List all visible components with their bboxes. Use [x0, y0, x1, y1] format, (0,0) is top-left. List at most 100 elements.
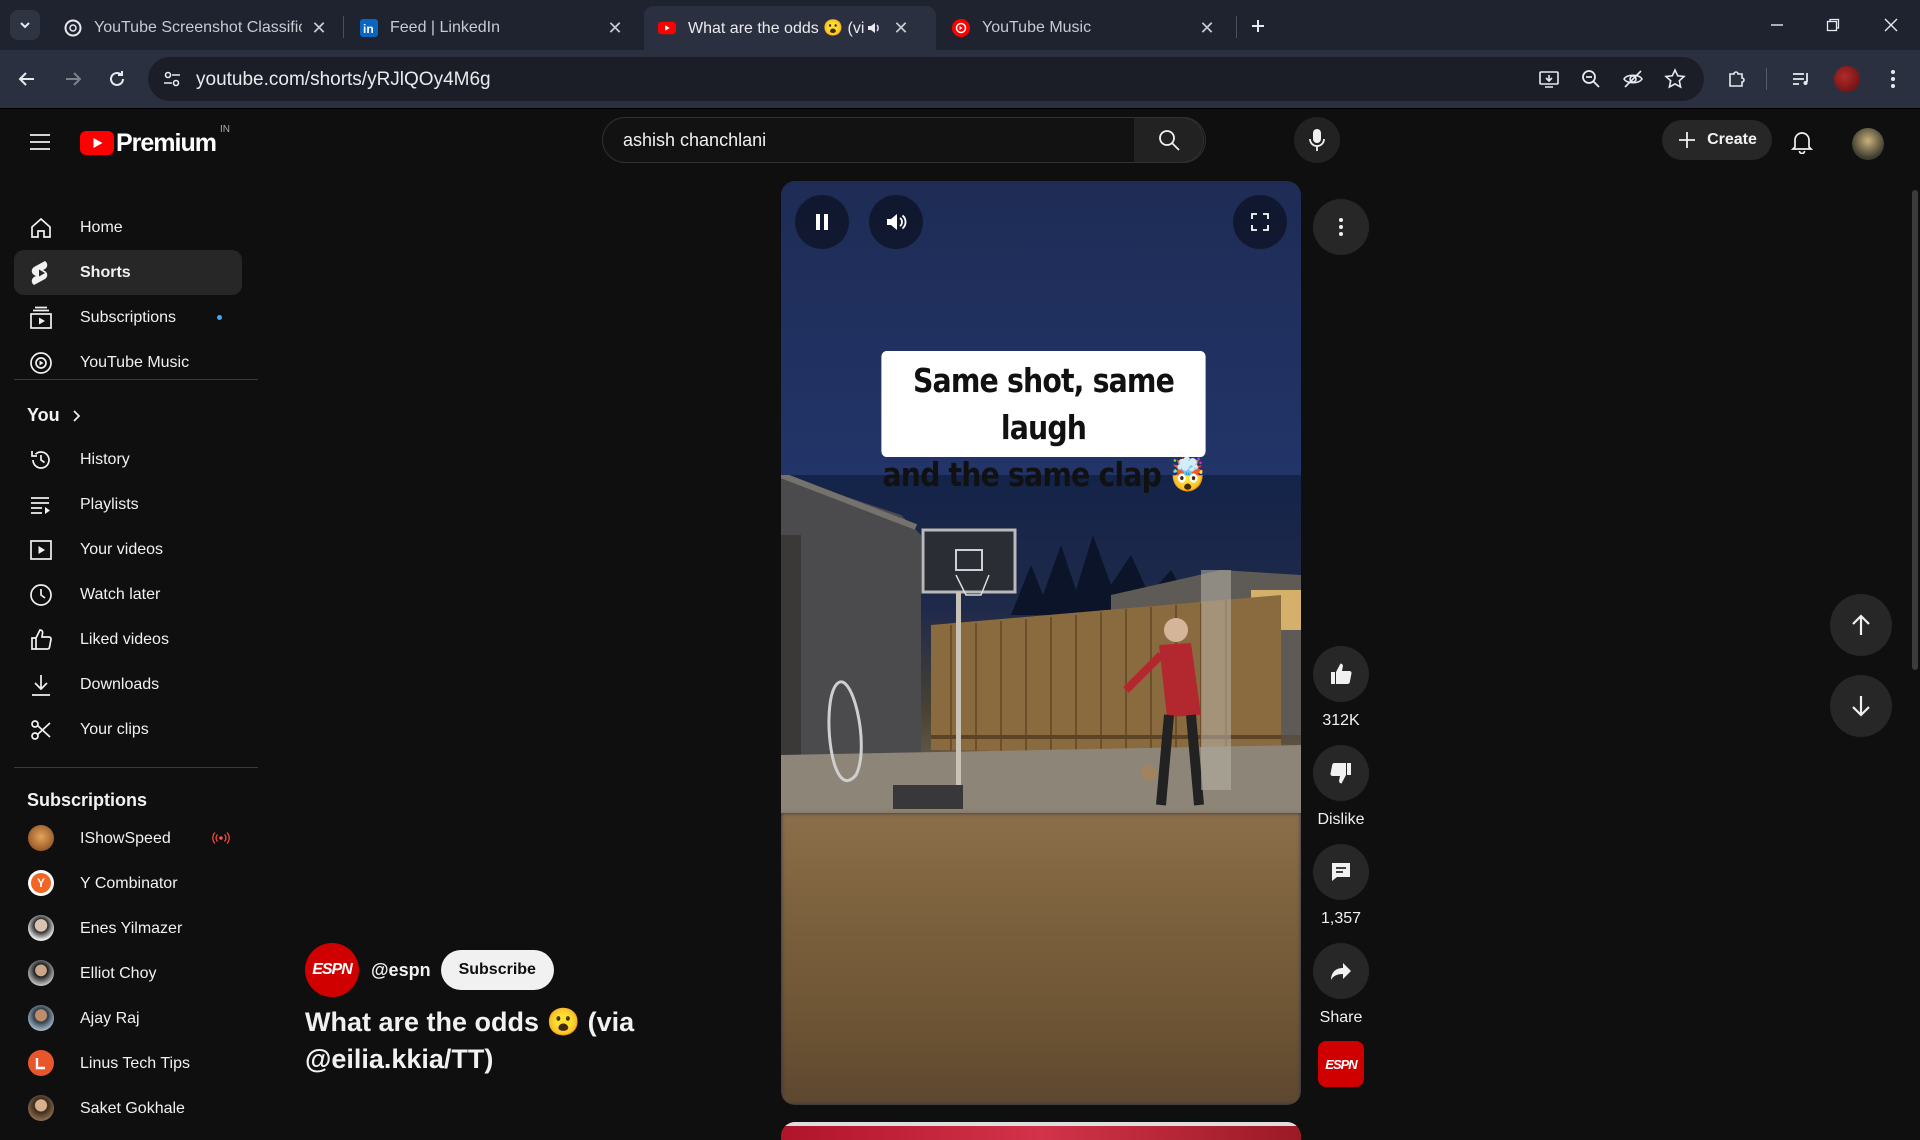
sidebar-item-label: Downloads — [80, 675, 160, 693]
fullscreen-icon — [1251, 213, 1269, 231]
shorts-video-player[interactable]: Same shot, same laugh and the same clap … — [781, 181, 1301, 1105]
previous-short-button[interactable] — [1830, 594, 1892, 656]
back-button[interactable] — [12, 64, 42, 94]
voice-search-button[interactable] — [1294, 117, 1340, 163]
fullscreen-button[interactable] — [1233, 195, 1287, 249]
close-tab-icon[interactable]: ✕ — [308, 17, 330, 39]
zoom-icon[interactable] — [1580, 68, 1602, 90]
linkedin-icon: in — [360, 19, 378, 37]
create-button[interactable]: Create — [1662, 120, 1772, 160]
more-options-button[interactable] — [1313, 199, 1369, 255]
restore-button[interactable] — [1818, 12, 1848, 38]
video-blurred-background — [781, 813, 1301, 1105]
close-tab-icon[interactable]: ✕ — [890, 17, 912, 39]
subscribe-button[interactable]: Subscribe — [440, 950, 554, 990]
subscription-saket-gokhale[interactable]: Saket Gokhale — [14, 1086, 242, 1131]
sidebar-item-history[interactable]: History — [14, 437, 242, 482]
sidebar-item-label: YouTube Music — [80, 353, 190, 371]
like-button[interactable] — [1313, 646, 1369, 702]
subscription-enes-yilmazer[interactable]: Enes Yilmazer — [14, 906, 242, 951]
tab-linkedin[interactable]: in Feed | LinkedIn ✕ — [346, 6, 636, 50]
you-section-header[interactable]: You — [27, 405, 82, 426]
media-controls-button[interactable] — [1786, 64, 1816, 94]
sidebar-item-label: Your videos — [80, 540, 164, 558]
site-info-icon[interactable] — [162, 69, 182, 89]
close-tab-icon[interactable]: ✕ — [604, 17, 626, 39]
search-input[interactable] — [621, 118, 1161, 162]
play-pause-button[interactable] — [795, 195, 849, 249]
dislike-button[interactable] — [1313, 745, 1369, 801]
url-text[interactable]: youtube.com/shorts/yRJlQOy4M6g — [196, 69, 491, 91]
share-button[interactable] — [1313, 943, 1369, 999]
comments-button[interactable] — [1313, 844, 1369, 900]
profile-avatar[interactable] — [1834, 66, 1860, 92]
install-app-icon[interactable] — [1538, 68, 1560, 90]
comments-action: 1,357 — [1313, 844, 1369, 928]
forward-button[interactable] — [58, 64, 88, 94]
more-vert-icon — [1891, 70, 1895, 88]
clips-icon — [28, 717, 54, 743]
close-window-button[interactable] — [1876, 12, 1906, 38]
tab-search-button[interactable] — [10, 10, 40, 40]
espn-logo: ESPN — [312, 961, 353, 978]
like-count: 312K — [1322, 712, 1360, 729]
close-tab-icon[interactable]: ✕ — [1196, 17, 1218, 39]
new-tab-button[interactable] — [1244, 12, 1272, 40]
sidebar-item-playlists[interactable]: Playlists — [14, 482, 242, 527]
share-action: Share — [1313, 943, 1369, 1027]
sidebar-item-your-clips[interactable]: Your clips — [14, 707, 242, 752]
extensions-button[interactable] — [1722, 64, 1752, 94]
channel-avatar[interactable]: ESPN — [305, 943, 359, 997]
close-icon — [1884, 18, 1898, 32]
sidebar-item-shorts[interactable]: Shorts — [14, 250, 242, 295]
tracking-protection-icon[interactable] — [1622, 68, 1644, 90]
sidebar-item-label: Linus Tech Tips — [80, 1054, 190, 1072]
volume-button[interactable] — [869, 195, 923, 249]
tab-youtube-music[interactable]: YouTube Music ✕ — [938, 6, 1228, 50]
tab-chatgpt[interactable]: YouTube Screenshot Classificati ✕ — [50, 6, 340, 50]
account-avatar[interactable] — [1852, 128, 1884, 160]
address-bar[interactable]: youtube.com/shorts/yRJlQOy4M6g — [148, 57, 1704, 101]
subscription-y-combinator[interactable]: Y Y Combinator — [14, 861, 242, 906]
sidebar-item-label: History — [80, 450, 130, 468]
sidebar-item-your-videos[interactable]: Your videos — [14, 527, 242, 572]
sidebar-item-liked-videos[interactable]: Liked videos — [14, 617, 242, 662]
arrow-up-icon — [1852, 614, 1870, 635]
bookmark-star-icon[interactable] — [1664, 68, 1686, 90]
next-short-preview[interactable] — [781, 1122, 1301, 1140]
plus-icon — [1252, 20, 1264, 32]
browser-menu-button[interactable] — [1878, 64, 1908, 94]
channel-avatar: Y — [28, 870, 54, 896]
channel-handle[interactable]: @espn — [371, 960, 431, 981]
tab-youtube-short[interactable]: What are the odds 😮 (via ( ✕ — [644, 6, 936, 50]
sidebar-item-downloads[interactable]: Downloads — [14, 662, 242, 707]
short-title[interactable]: What are the odds 😮 (via @eilia.kkia/TT) — [305, 1004, 675, 1078]
subscription-ajay-raj[interactable]: Ajay Raj — [14, 996, 242, 1041]
subscription-linus-tech-tips[interactable]: Linus Tech Tips — [14, 1041, 242, 1086]
subscription-elliot-choy[interactable]: Elliot Choy — [14, 951, 242, 996]
youtube-music-icon — [28, 350, 54, 376]
sidebar-item-label: Saket Gokhale — [80, 1099, 185, 1117]
sound-source-thumbnail[interactable]: ESPN — [1318, 1041, 1364, 1087]
minimize-button[interactable] — [1762, 12, 1792, 38]
search-button[interactable] — [1134, 117, 1204, 163]
chevron-down-icon — [20, 22, 30, 29]
next-short-button[interactable] — [1830, 675, 1892, 737]
notifications-button[interactable] — [1786, 126, 1818, 158]
subscription-ishowspeed[interactable]: IShowSpeed — [14, 816, 242, 861]
browser-toolbar: youtube.com/shorts/yRJlQOy4M6g — [0, 50, 1920, 108]
reload-button[interactable] — [102, 64, 132, 94]
sidebar-item-label: IShowSpeed — [80, 829, 171, 847]
your-videos-icon — [28, 537, 54, 563]
channel-avatar — [28, 1050, 54, 1076]
sidebar-item-subscriptions[interactable]: Subscriptions — [14, 295, 242, 340]
arrow-down-icon — [1852, 696, 1870, 717]
sidebar-item-watch-later[interactable]: Watch later — [14, 572, 242, 617]
search-box[interactable] — [602, 117, 1206, 163]
sidebar-item-home[interactable]: Home — [14, 205, 242, 250]
minimize-icon — [1771, 24, 1783, 26]
sidebar-item-label: Playlists — [80, 495, 139, 513]
page-scrollbar[interactable] — [1912, 190, 1918, 670]
you-heading: You — [27, 405, 60, 425]
audio-playing-icon[interactable] — [864, 20, 884, 36]
